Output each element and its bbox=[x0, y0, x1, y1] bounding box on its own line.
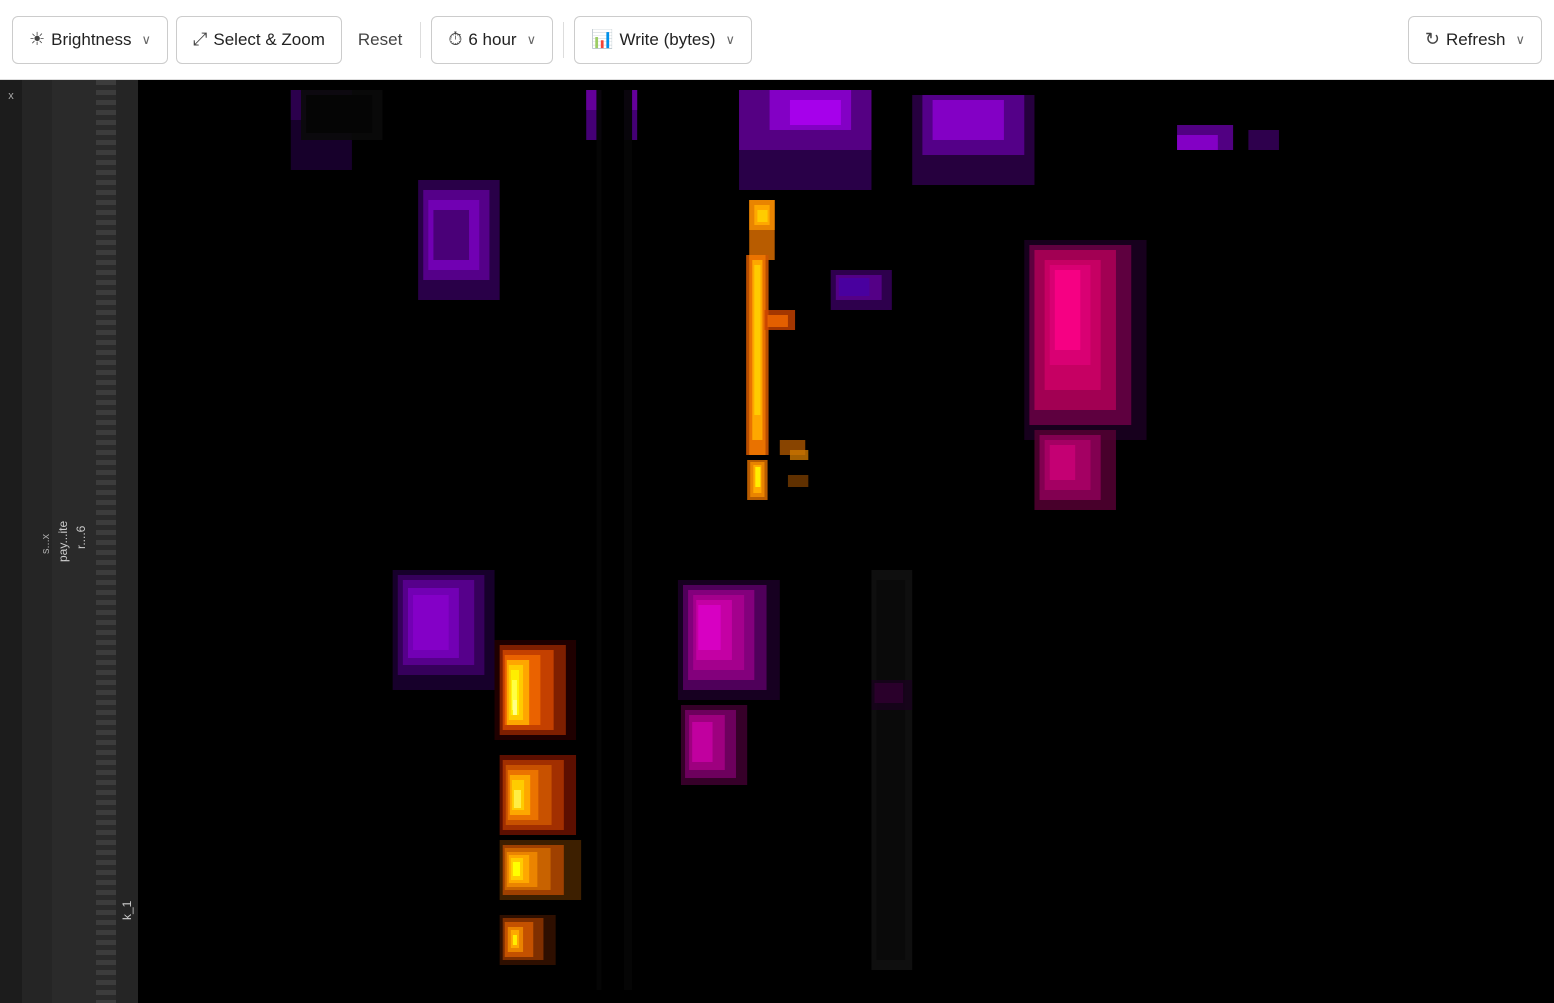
time-icon: ⏱ bbox=[448, 29, 462, 50]
brightness-label: Brightness bbox=[51, 30, 131, 50]
select-zoom-button[interactable]: ⤢ Select & Zoom bbox=[176, 16, 342, 64]
main-content: x s...x pay...ite r....6 k_1 bbox=[0, 80, 1554, 1003]
time-label: 6 hour bbox=[468, 30, 516, 50]
select-zoom-label: Select & Zoom bbox=[213, 30, 325, 50]
heatmap-visualization bbox=[138, 80, 1554, 1003]
label-k: k_1 bbox=[116, 80, 138, 1003]
select-zoom-icon: ⤢ bbox=[193, 29, 207, 50]
reset-button[interactable]: Reset bbox=[350, 16, 410, 64]
divider-2 bbox=[563, 22, 564, 58]
label-s: s...x bbox=[22, 80, 52, 1003]
metric-button[interactable]: 📊 Write (bytes) ∨ bbox=[574, 16, 752, 64]
toolbar: ☀ Brightness ∨ ⤢ Select & Zoom Reset ⏱ 6… bbox=[0, 0, 1554, 80]
brightness-chevron-icon: ∨ bbox=[141, 32, 151, 48]
sidebar-stripes bbox=[96, 80, 116, 1003]
refresh-label: Refresh bbox=[1446, 30, 1506, 50]
sidebar-labels: x s...x pay...ite r....6 k_1 bbox=[0, 80, 138, 1003]
brightness-button[interactable]: ☀ Brightness ∨ bbox=[12, 16, 168, 64]
heatmap-svg bbox=[138, 80, 1554, 1003]
time-range-button[interactable]: ⏱ 6 hour ∨ bbox=[431, 16, 553, 64]
label-x: x bbox=[0, 80, 22, 1003]
metric-chevron-icon: ∨ bbox=[726, 32, 736, 48]
time-chevron-icon: ∨ bbox=[527, 32, 537, 48]
divider-1 bbox=[420, 22, 421, 58]
metric-icon: 📊 bbox=[591, 29, 613, 50]
reset-label: Reset bbox=[358, 30, 402, 49]
refresh-button[interactable]: ↻ Refresh ∨ bbox=[1408, 16, 1542, 64]
label-r: r....6 bbox=[74, 80, 96, 1003]
label-pay: pay...ite bbox=[52, 80, 74, 1003]
metric-label: Write (bytes) bbox=[620, 30, 716, 50]
brightness-icon: ☀ bbox=[29, 29, 45, 50]
refresh-icon: ↻ bbox=[1425, 29, 1440, 50]
refresh-chevron-icon: ∨ bbox=[1515, 32, 1525, 48]
